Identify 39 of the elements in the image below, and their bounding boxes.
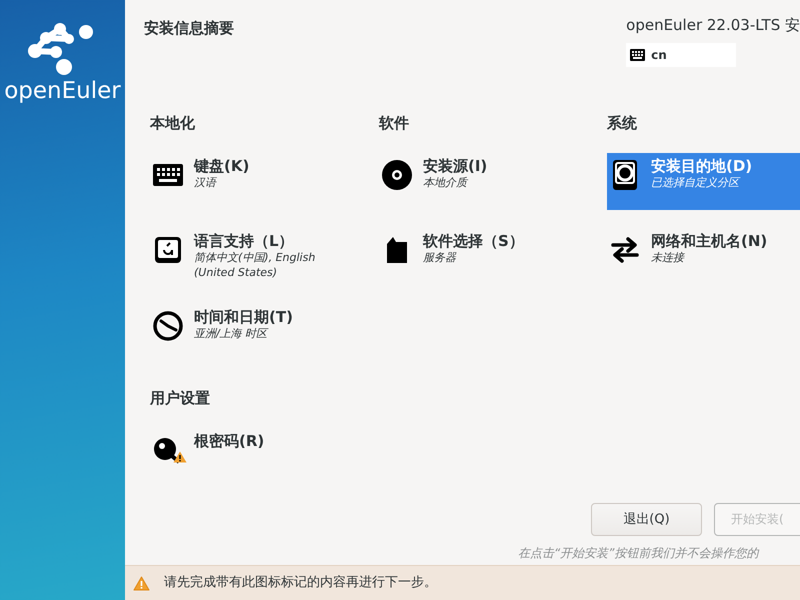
- quit-button[interactable]: 退出(Q): [591, 502, 702, 536]
- spoke-title: 安装目的地(D): [651, 156, 752, 174]
- keyboard-layout-field[interactable]: cn: [626, 42, 736, 66]
- spoke-title: 根密码(R): [194, 432, 264, 450]
- spoke-title: 安装源(I): [423, 156, 488, 174]
- spoke-title: 网络和主机名(N): [651, 232, 768, 250]
- spoke-title: 软件选择（S）: [423, 232, 524, 250]
- spoke-status: 服务器: [423, 250, 458, 265]
- spoke-title: 键盘(K): [194, 156, 250, 174]
- logo-text: openEuler: [4, 80, 121, 103]
- category-heading: 用户设置: [150, 388, 211, 410]
- spoke-status: 汉语: [194, 174, 218, 190]
- spoke-item[interactable]: 安装目的地(D) 已选择自定义分区: [607, 152, 800, 210]
- warning-icon: [133, 576, 150, 590]
- hint-text: 在点击“开始安装”按钮前我们并不会操作您的: [517, 544, 760, 562]
- category-heading: 系统: [607, 113, 638, 134]
- warning-message: 请先完成带有此图标标记的内容再进行下一步。: [164, 574, 437, 592]
- spoke-title: 时间和日期(T): [194, 308, 293, 326]
- category-heading: 本地化: [150, 113, 196, 134]
- disc-icon: [381, 158, 413, 190]
- spoke-status: 简体中文(中国), English (United States): [194, 250, 316, 280]
- spoke-status: 本地介质: [423, 174, 470, 190]
- spoke-item[interactable]: 软件选择（S） 服务器: [379, 228, 607, 284]
- spoke-title: 语言支持（L）: [194, 232, 295, 250]
- spoke-status: 亚洲/上海 时区: [194, 326, 270, 342]
- page-title: 安装信息摘要: [144, 18, 234, 39]
- clock-icon: [152, 310, 184, 342]
- spoke-status: 未连接: [651, 250, 686, 265]
- spoke-item[interactable]: 安装源(I) 本地介质: [379, 152, 607, 210]
- spoke-item[interactable]: 键盘(K) 汉语: [150, 152, 379, 210]
- spoke-item[interactable]: 网络和主机名(N) 未连接: [607, 228, 800, 284]
- keyboard-icon: [630, 48, 646, 60]
- warning-icon: [173, 450, 187, 463]
- spoke-item[interactable]: 时间和日期(T) 亚洲/上海 时区: [150, 304, 379, 362]
- spoke-item[interactable]: 根密码(R): [150, 428, 379, 485]
- category-heading: 软件: [379, 113, 410, 134]
- spoke-status: 已选择自定义分区: [651, 174, 742, 190]
- spoke-item[interactable]: 语言支持（L） 简体中文(中国), English (United States): [150, 228, 379, 286]
- product-title: openEuler 22.03-LTS 安: [626, 15, 800, 36]
